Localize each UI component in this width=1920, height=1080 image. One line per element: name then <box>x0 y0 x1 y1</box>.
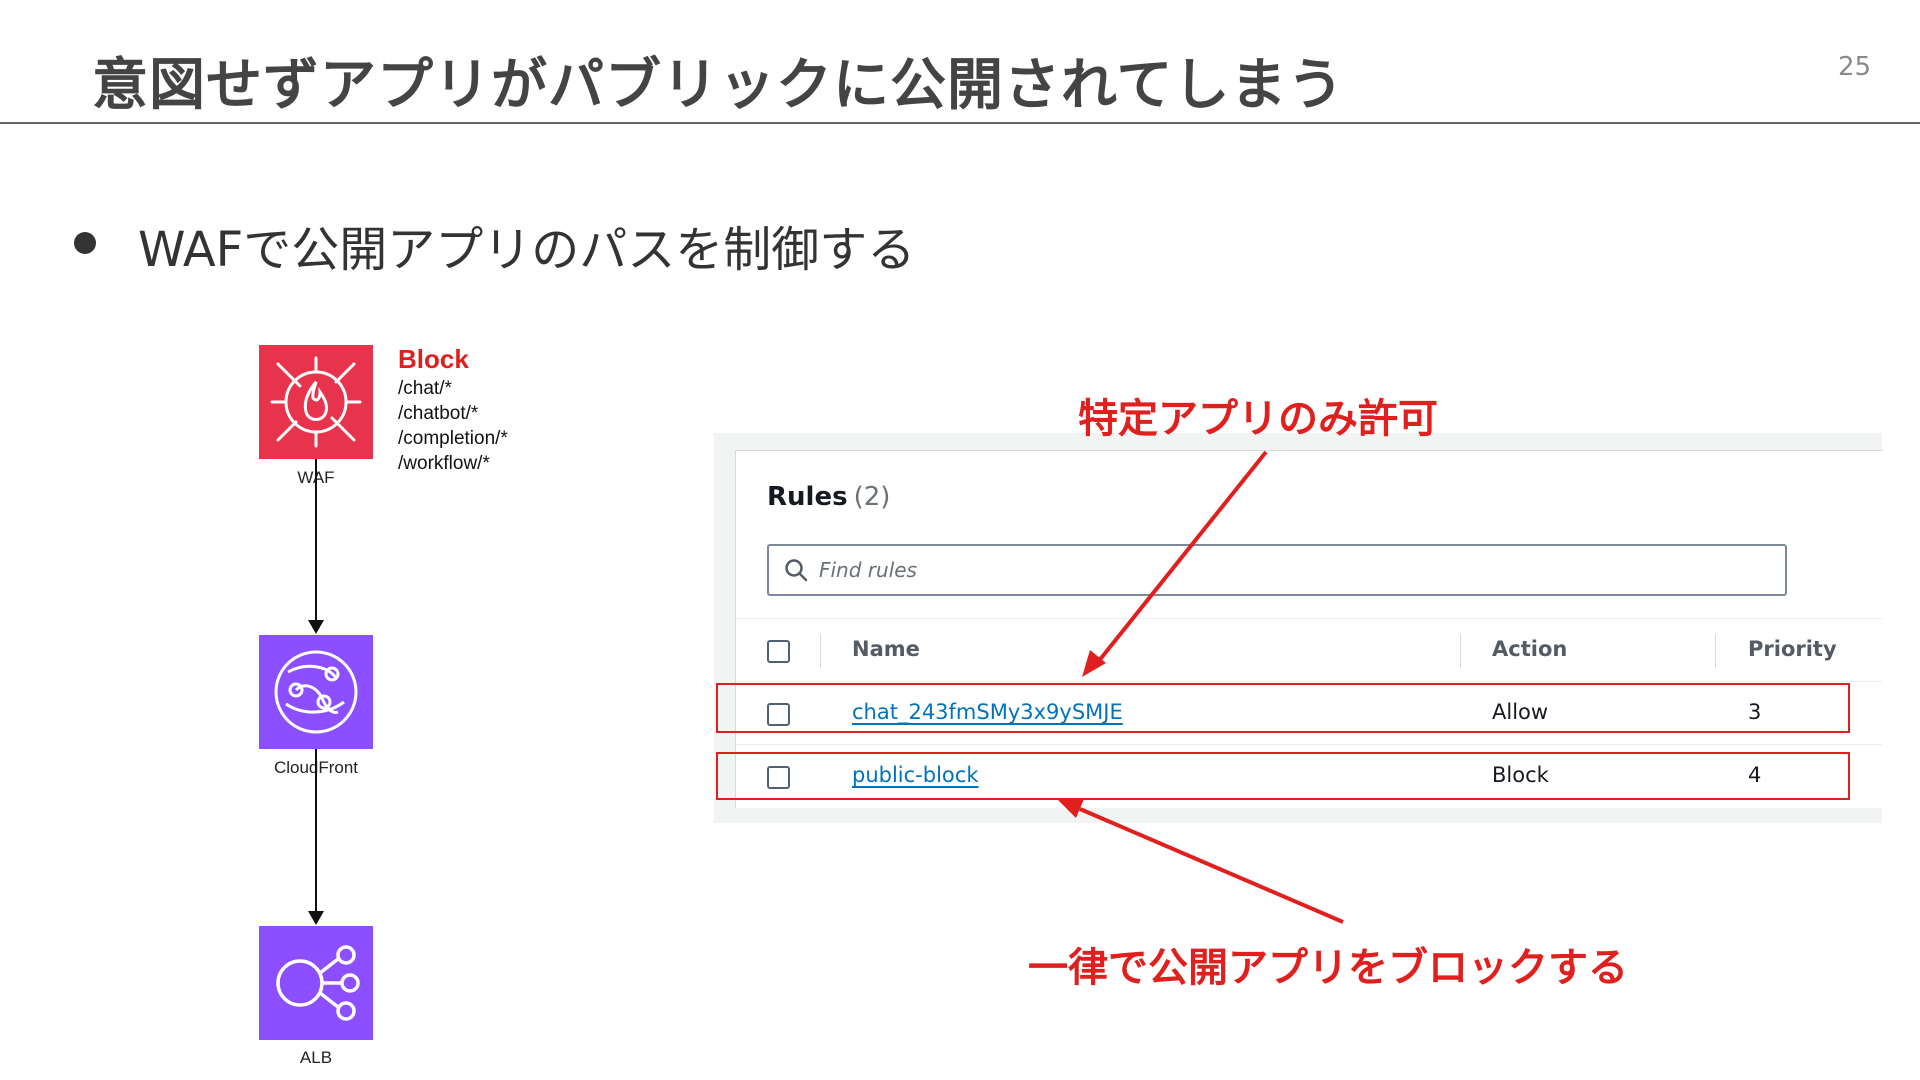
arrow-to-allow-row <box>1096 450 1268 664</box>
arrowhead-icon <box>1058 799 1084 818</box>
callout-allow-note: 特定アプリのみ許可 <box>1078 396 1438 442</box>
arrow-to-block-row <box>1079 807 1344 924</box>
callout-arrows <box>1058 450 1344 924</box>
callout-block-note: 一律で公開アプリをブロックする <box>1028 945 1628 991</box>
